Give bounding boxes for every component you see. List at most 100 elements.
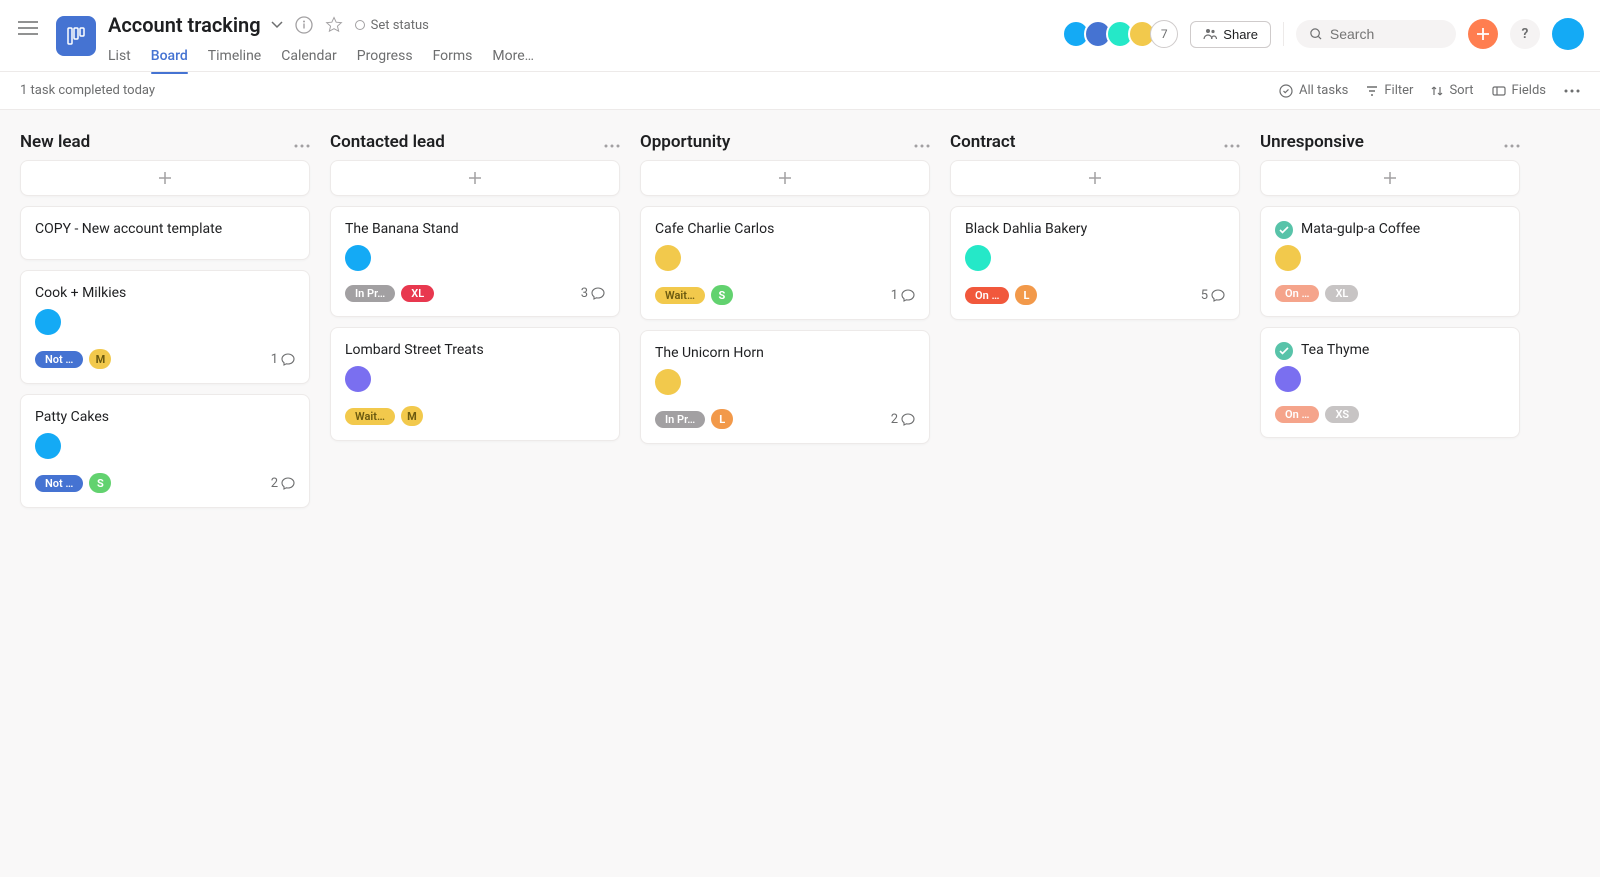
column-title: Opportunity	[640, 132, 914, 152]
tab-forms[interactable]: Forms	[433, 44, 473, 74]
board: New lead COPY - New account templateCook…	[0, 110, 1600, 540]
add-card-button[interactable]	[1260, 160, 1520, 196]
tab-list[interactable]: List	[108, 44, 131, 74]
fields-button[interactable]: Fields	[1492, 83, 1546, 98]
project-members[interactable]: 7	[1068, 20, 1178, 48]
task-title: Cafe Charlie Carlos	[655, 221, 774, 237]
status-tag: On …	[1275, 406, 1319, 423]
column-opportunity: Opportunity Cafe Charlie Carlos Wait… S 1 Th…	[640, 132, 930, 518]
task-title: COPY - New account template	[35, 221, 222, 237]
sidebar-toggle-button[interactable]	[0, 0, 56, 56]
assignee-avatar	[345, 245, 371, 271]
column-title: Contacted lead	[330, 132, 604, 152]
comment-count: 3	[581, 286, 605, 301]
column-new-lead: New lead COPY - New account templateCook…	[20, 132, 310, 518]
tab-more[interactable]: More…	[492, 44, 534, 74]
column-more-button[interactable]	[1504, 133, 1520, 152]
assignee-avatar	[1275, 245, 1301, 271]
task-complete-icon	[1275, 221, 1293, 239]
status-tag: Not …	[35, 475, 83, 492]
add-card-button[interactable]	[950, 160, 1240, 196]
status-tag: In Pr…	[655, 411, 705, 428]
status-tag: In Pr…	[345, 285, 395, 302]
hamburger-icon	[18, 21, 38, 35]
add-card-button[interactable]	[20, 160, 310, 196]
task-title: Black Dahlia Bakery	[965, 221, 1087, 237]
project-title: Account tracking	[108, 13, 261, 37]
add-card-button[interactable]	[640, 160, 930, 196]
more-icon	[1564, 89, 1580, 93]
comment-count: 1	[891, 288, 915, 303]
set-status-button[interactable]: Set status	[355, 18, 429, 33]
filter-icon	[1366, 85, 1378, 97]
comment-count: 2	[271, 476, 295, 491]
filter-button[interactable]: Filter	[1366, 83, 1413, 98]
assignee-avatar	[965, 245, 991, 271]
column-more-button[interactable]	[914, 133, 930, 152]
task-title: Tea Thyme	[1301, 342, 1369, 358]
size-tag: S	[711, 285, 733, 305]
task-title: The Banana Stand	[345, 221, 459, 237]
task-card[interactable]: Patty Cakes Not … S 2	[20, 394, 310, 508]
status-dot-icon	[355, 20, 365, 30]
tab-timeline[interactable]: Timeline	[208, 44, 261, 74]
assignee-avatar	[1275, 366, 1301, 392]
global-add-button[interactable]	[1468, 19, 1498, 49]
plus-icon	[1476, 27, 1490, 41]
task-card[interactable]: Cook + MilkiesNot …M1	[20, 270, 310, 384]
share-label: Share	[1223, 27, 1258, 42]
user-avatar[interactable]	[1552, 18, 1584, 50]
assignee-avatar	[345, 366, 371, 392]
column-more-button[interactable]	[294, 133, 310, 152]
column-unresponsive: Unresponsive Mata-gulp-a CoffeeOn …XLTea…	[1260, 132, 1520, 518]
task-card[interactable]: Mata-gulp-a CoffeeOn …XL	[1260, 206, 1520, 317]
help-button[interactable]: ?	[1510, 19, 1540, 49]
tab-board[interactable]: Board	[151, 44, 188, 74]
column-more-button[interactable]	[604, 133, 620, 152]
all-tasks-button[interactable]: All tasks	[1279, 83, 1348, 98]
task-card[interactable]: Lombard Street Treats Wait… M	[330, 327, 620, 441]
comment-count: 1	[271, 352, 295, 367]
add-card-button[interactable]	[330, 160, 620, 196]
task-card[interactable]: Cafe Charlie Carlos Wait… S 1	[640, 206, 930, 320]
search-input[interactable]	[1330, 26, 1442, 42]
task-title: The Unicorn Horn	[655, 345, 764, 361]
share-button[interactable]: Share	[1190, 21, 1271, 48]
check-circle-icon	[1279, 84, 1293, 98]
member-overflow-count[interactable]: 7	[1150, 20, 1178, 48]
task-title: Mata-gulp-a Coffee	[1301, 221, 1420, 237]
column-contract: Contract Black Dahlia BakeryOn …L5	[950, 132, 1240, 518]
size-tag: S	[89, 473, 111, 493]
tab-calendar[interactable]: Calendar	[281, 44, 337, 74]
tab-progress[interactable]: Progress	[357, 44, 413, 74]
status-tag: On …	[1275, 285, 1319, 302]
task-complete-icon	[1275, 342, 1293, 360]
status-tag: Not …	[35, 351, 83, 368]
task-card[interactable]: The Unicorn HornIn Pr…L2	[640, 330, 930, 444]
sort-button[interactable]: Sort	[1431, 83, 1473, 98]
project-title-block: Account tracking Set status List Board Tim…	[108, 0, 534, 74]
divider	[1283, 22, 1284, 46]
assignee-avatar	[35, 309, 61, 335]
column-title: Unresponsive	[1260, 132, 1504, 152]
task-card[interactable]: The Banana StandIn Pr…XL3	[330, 206, 620, 317]
board-icon	[66, 26, 86, 46]
more-button[interactable]	[1564, 89, 1580, 93]
size-tag: M	[401, 406, 423, 426]
view-tabs: List Board Timeline Calendar Progress Forms Mo…	[108, 44, 534, 74]
status-tag: Wait…	[345, 408, 395, 425]
column-contacted-lead: Contacted lead The Banana StandIn Pr…XL3…	[330, 132, 620, 518]
column-title: Contract	[950, 132, 1224, 152]
search-box[interactable]	[1296, 20, 1456, 48]
task-title: Patty Cakes	[35, 409, 109, 425]
task-card[interactable]: COPY - New account template	[20, 206, 310, 260]
task-card[interactable]: Tea ThymeOn …XS	[1260, 327, 1520, 438]
task-title: Lombard Street Treats	[345, 342, 484, 358]
column-more-button[interactable]	[1224, 133, 1240, 152]
star-icon[interactable]	[325, 16, 343, 34]
chevron-down-icon[interactable]	[271, 21, 283, 29]
info-icon[interactable]	[295, 16, 313, 34]
task-card[interactable]: Black Dahlia BakeryOn …L5	[950, 206, 1240, 320]
status-tag: Wait…	[655, 287, 705, 304]
sort-icon	[1431, 85, 1443, 97]
